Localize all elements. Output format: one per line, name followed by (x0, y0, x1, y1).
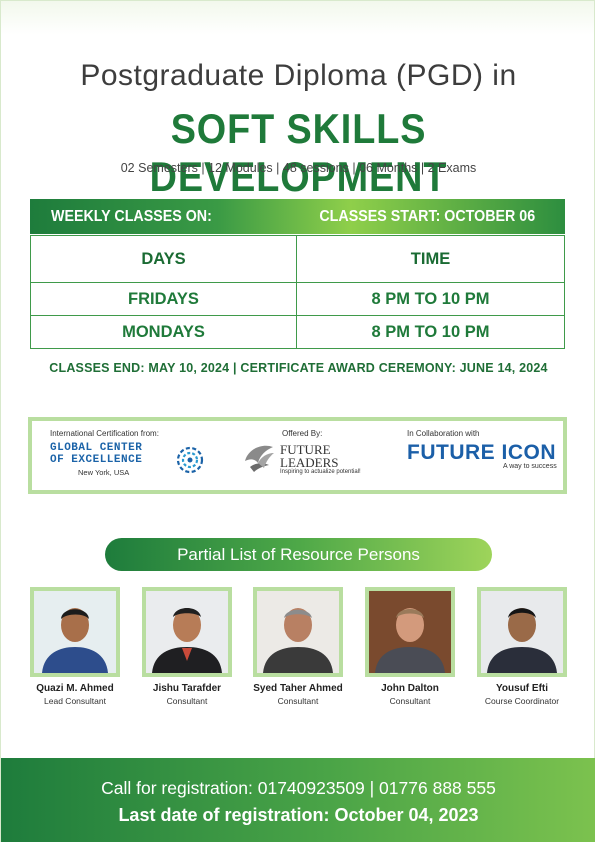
person-name: Quazi M. Ahmed (36, 683, 114, 694)
program-title: SOFT SKILLS DEVELOPMENT (149, 105, 448, 200)
weekly-classes-bar: WEEKLY CLASSES ON: CLASSES START: OCTOBE… (30, 199, 565, 234)
certification-partner: International Certification from: GLOBAL… (50, 429, 210, 477)
registration-deadline: Last date of registration: October 04, 2… (118, 805, 479, 825)
person-photo (253, 587, 343, 677)
resource-person-card: Yousuf Efti Course Coordinator (477, 587, 567, 706)
person-photo (365, 587, 455, 677)
future-icon-tagline: A way to success (503, 463, 557, 470)
person-name: Jishu Tarafder (152, 683, 222, 694)
schedule-header-row: DAYS TIME (30, 235, 565, 283)
future-leaders-logo-icon (245, 445, 274, 472)
classes-start-label: CLASSES START: OCTOBER 06 (319, 207, 536, 225)
person-photo (142, 587, 232, 677)
person-name: Syed Taher Ahmed (253, 683, 343, 694)
program-summary: 02 Semesters | 12 Modules | 48 sessions … (120, 161, 477, 175)
person-role: Consultant (166, 696, 208, 706)
person-silhouette-icon (146, 591, 228, 673)
person-photo (30, 587, 120, 677)
schedule-day: MONDAYS (30, 315, 297, 349)
collaboration-partner: In Collaboration with FUTURE ICON A way … (407, 429, 557, 470)
resource-person-card: Syed Taher Ahmed Consultant (253, 587, 343, 706)
resource-person-card: Jishu Tarafder Consultant (142, 587, 232, 706)
program-type-heading: Postgraduate Diploma (PGD) in (80, 59, 517, 92)
person-role: Lead Consultant (44, 696, 106, 706)
resource-person-card: John Dalton Consultant (365, 587, 455, 706)
person-photo (477, 587, 567, 677)
registration-footer: Call for registration: 01740923509 | 017… (1, 758, 595, 842)
person-name: Yousuf Efti (495, 683, 549, 694)
registration-phone: Call for registration: 01740923509 | 017… (101, 778, 496, 798)
offered-by-label: Offered By: (282, 429, 323, 438)
table-row: FRIDAYS 8 PM TO 10 PM (30, 282, 565, 316)
schedule-header-days: DAYS (30, 235, 297, 283)
resource-person-card: Quazi M. Ahmed Lead Consultant (30, 587, 120, 706)
schedule-time: 8 PM TO 10 PM (296, 282, 565, 316)
classes-end-note: CLASSES END: MAY 10, 2024 | CERTIFICATE … (49, 361, 548, 375)
future-leaders-logo-text: FUTURE LEADERS (280, 442, 339, 470)
gce-logo-icon (176, 446, 204, 474)
schedule-table: DAYS TIME FRIDAYS 8 PM TO 10 PM MONDAYS … (30, 235, 565, 349)
resource-persons-banner: Partial List of Resource Persons (105, 538, 492, 571)
offered-by-partner: Offered By: FUTURE LEADERS Inspiring to … (242, 429, 362, 475)
table-row: MONDAYS 8 PM TO 10 PM (30, 315, 565, 349)
schedule-header-time: TIME (296, 235, 565, 283)
person-silhouette-icon (481, 591, 563, 673)
future-leaders-tagline: Inspiring to actualize potential! (280, 469, 361, 475)
person-role: Consultant (389, 696, 431, 706)
person-silhouette-icon (257, 591, 339, 673)
collaboration-label: In Collaboration with (407, 429, 480, 438)
schedule-time: 8 PM TO 10 PM (296, 315, 565, 349)
person-silhouette-icon (34, 591, 116, 673)
person-name: John Dalton (381, 683, 439, 694)
person-role: Course Coordinator (484, 696, 560, 706)
weekly-classes-label: WEEKLY CLASSES ON: (50, 207, 212, 225)
person-role: Consultant (277, 696, 319, 706)
future-icon-logo-text: FUTURE ICON (407, 441, 556, 464)
person-silhouette-icon (369, 591, 451, 673)
certification-label: International Certification from: (50, 429, 159, 438)
schedule-day: FRIDAYS (30, 282, 297, 316)
brochure-page: Postgraduate Diploma (PGD) in SOFT SKILL… (0, 0, 595, 842)
partners-box: International Certification from: GLOBAL… (28, 417, 567, 494)
